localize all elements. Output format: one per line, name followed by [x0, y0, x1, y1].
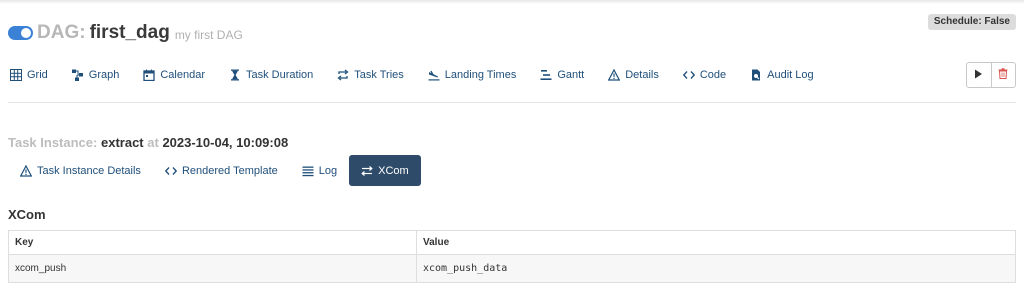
- column-header-key: Key: [8, 230, 417, 255]
- gantt-icon: [540, 69, 552, 81]
- dag-label: DAG:: [37, 22, 86, 43]
- code-icon: [164, 165, 177, 177]
- tab-task-instance-details[interactable]: Task Instance Details: [8, 155, 153, 186]
- retry-arrows-icon: [337, 69, 349, 81]
- audit-file-icon: [750, 69, 762, 81]
- exchange-arrows-icon: [361, 165, 373, 177]
- tab-label: Log: [318, 164, 338, 177]
- xcom-section-title: XCom: [8, 207, 46, 222]
- graph-icon: [71, 69, 84, 81]
- nav-code[interactable]: Code: [682, 64, 727, 86]
- toggle-knob: [21, 28, 31, 38]
- nav-label: Graph: [88, 69, 120, 81]
- task-id: extract: [100, 135, 144, 150]
- xcom-value-cell: xcom_push_data: [416, 254, 1016, 283]
- dag-actions: [966, 62, 1016, 88]
- nav-label: Task Tries: [354, 69, 404, 81]
- nav-gantt[interactable]: Gantt: [540, 64, 584, 86]
- tab-label: Task Instance Details: [37, 164, 141, 177]
- xcom-table: Key Value xcom_push xcom_push_data: [8, 230, 1016, 283]
- nav-label: Gantt: [557, 69, 585, 81]
- dag-description: my first DAG: [174, 28, 243, 42]
- nav-audit-log[interactable]: Audit Log: [750, 64, 814, 86]
- plane-landing-icon: [428, 69, 440, 81]
- tab-label: Rendered Template: [181, 164, 278, 177]
- xcom-key-cell: xcom_push: [8, 254, 417, 283]
- task-instance-title: Task Instance: extract at 2023-10-04, 10…: [8, 135, 288, 150]
- nav-label: Grid: [27, 69, 48, 81]
- task-instance-tabs: Task Instance Details Rendered Template …: [8, 155, 421, 186]
- nav-label: Calendar: [160, 69, 205, 81]
- nav-grid[interactable]: Grid: [10, 64, 48, 86]
- nav-label: Audit Log: [767, 69, 814, 81]
- delete-dag-button[interactable]: [990, 63, 1015, 87]
- nav-label: Details: [625, 69, 659, 81]
- at-label: at: [147, 135, 159, 150]
- dag-id[interactable]: first_dag: [90, 22, 170, 44]
- tab-rendered-template[interactable]: Rendered Template: [153, 155, 290, 186]
- nav-label: Code: [699, 69, 727, 81]
- nav-label: Landing Times: [444, 69, 517, 81]
- schedule-badge: Schedule: False: [927, 14, 1016, 30]
- table-header-row: Key Value: [8, 230, 1016, 255]
- dag-header: DAG: first_dag my first DAG: [8, 20, 243, 46]
- top-shadow: [0, 0, 1024, 4]
- warning-triangle-icon: [20, 164, 32, 177]
- execution-timestamp: 2023-10-04, 10:09:08: [162, 135, 289, 150]
- tab-xcom[interactable]: XCom: [349, 155, 421, 186]
- warning-triangle-icon: [608, 69, 621, 81]
- dag-pause-toggle[interactable]: [8, 26, 33, 40]
- list-lines-icon: [302, 165, 314, 177]
- hourglass-icon: [229, 69, 241, 81]
- calendar-icon: [143, 69, 156, 81]
- tab-log[interactable]: Log: [290, 155, 349, 186]
- play-icon: [974, 66, 983, 84]
- dag-nav: Grid Graph Calendar Task Duration Task T…: [10, 64, 838, 86]
- nav-details[interactable]: Details: [608, 64, 659, 86]
- grid-icon: [10, 69, 22, 81]
- nav-task-duration[interactable]: Task Duration: [229, 64, 313, 86]
- nav-landing-times[interactable]: Landing Times: [428, 64, 517, 86]
- code-icon: [682, 69, 695, 81]
- nav-label: Task Duration: [246, 69, 314, 81]
- nav-calendar[interactable]: Calendar: [143, 64, 205, 86]
- nav-task-tries[interactable]: Task Tries: [337, 64, 404, 86]
- nav-graph[interactable]: Graph: [71, 64, 120, 86]
- table-row: xcom_push xcom_push_data: [8, 254, 1016, 283]
- tab-label: XCom: [378, 164, 409, 177]
- column-header-value: Value: [416, 230, 1016, 255]
- trigger-dag-button[interactable]: [967, 63, 991, 87]
- trash-icon: [998, 66, 1008, 84]
- task-instance-label: Task Instance:: [8, 135, 98, 150]
- header-divider: [8, 102, 1016, 103]
